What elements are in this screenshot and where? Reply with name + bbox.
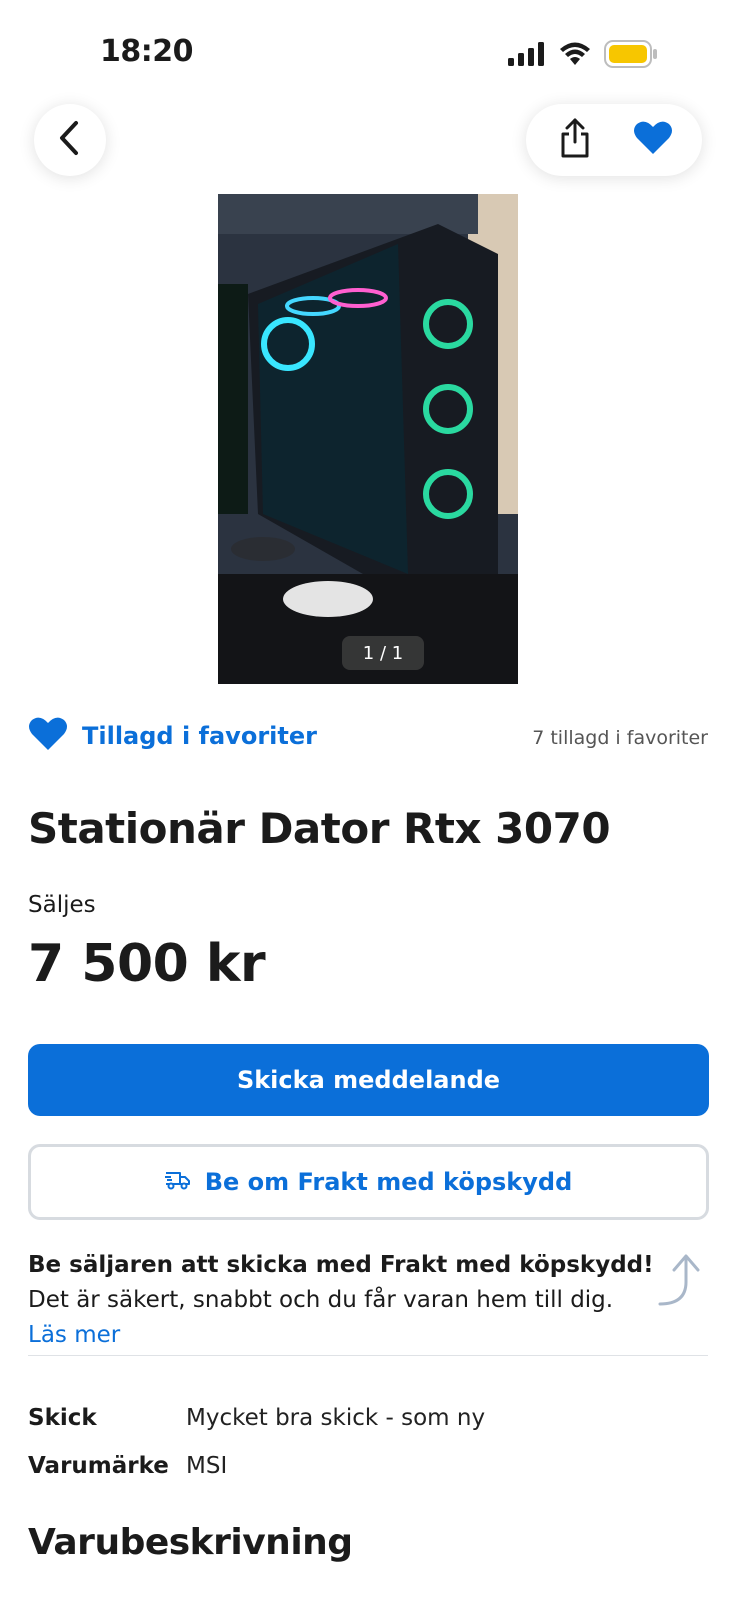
read-more-link[interactable]: Läs mer <box>28 1322 120 1348</box>
back-button[interactable] <box>34 104 106 176</box>
divider <box>28 1355 708 1356</box>
signal-icon <box>508 42 546 70</box>
product-photo[interactable] <box>218 194 518 684</box>
chevron-left-icon <box>56 120 84 160</box>
status-bar: 18:20 <box>0 0 736 100</box>
shipping-info-bold: Be säljaren att skicka med Frakt med köp… <box>28 1252 654 1278</box>
shipping-info: Be säljaren att skicka med Frakt med köp… <box>28 1248 658 1353</box>
sale-type: Säljes <box>28 892 96 918</box>
description-heading: Varubeskrivning <box>28 1522 353 1563</box>
property-value: MSI <box>186 1453 228 1479</box>
share-icon <box>559 118 591 162</box>
property-value: Mycket bra skick - som ny <box>186 1405 486 1431</box>
property-row: Skick Mycket bra skick - som ny <box>28 1394 708 1442</box>
send-message-button[interactable]: Skicka meddelande <box>28 1044 709 1116</box>
shipping-info-text: Det är säkert, snabbt och du får varan h… <box>28 1287 614 1313</box>
request-shipping-button[interactable]: Be om Frakt med köpskydd <box>28 1144 709 1220</box>
battery-icon <box>604 40 658 72</box>
delivery-truck-icon <box>164 1168 191 1196</box>
favorites-row: Tillagd i favoriter 7 tillagd i favorite… <box>28 716 708 762</box>
listing-price: 7 500 kr <box>28 934 266 994</box>
property-key: Skick <box>28 1405 97 1431</box>
heart-filled-icon <box>28 716 68 756</box>
status-icons <box>508 40 658 72</box>
heart-filled-icon <box>633 120 673 160</box>
favorite-button[interactable] <box>623 110 683 170</box>
property-row: Varumärke MSI <box>28 1442 708 1490</box>
added-to-favorites-button[interactable]: Tillagd i favoriter <box>28 716 317 756</box>
status-time: 18:20 <box>100 34 194 69</box>
share-button[interactable] <box>545 110 605 170</box>
listing-title: Stationär Dator Rtx 3070 <box>28 804 611 853</box>
top-actions <box>526 104 702 176</box>
curved-arrow-icon <box>656 1252 708 1312</box>
property-key: Varumärke <box>28 1453 169 1479</box>
favorite-count: 7 tillagd i favoriter <box>532 727 708 749</box>
image-counter: 1 / 1 <box>342 636 424 670</box>
properties-list: Skick Mycket bra skick - som ny Varumärk… <box>28 1394 708 1490</box>
favorite-label: Tillagd i favoriter <box>82 722 317 750</box>
wifi-icon <box>558 41 592 71</box>
shipping-button-label: Be om Frakt med köpskydd <box>204 1168 573 1196</box>
